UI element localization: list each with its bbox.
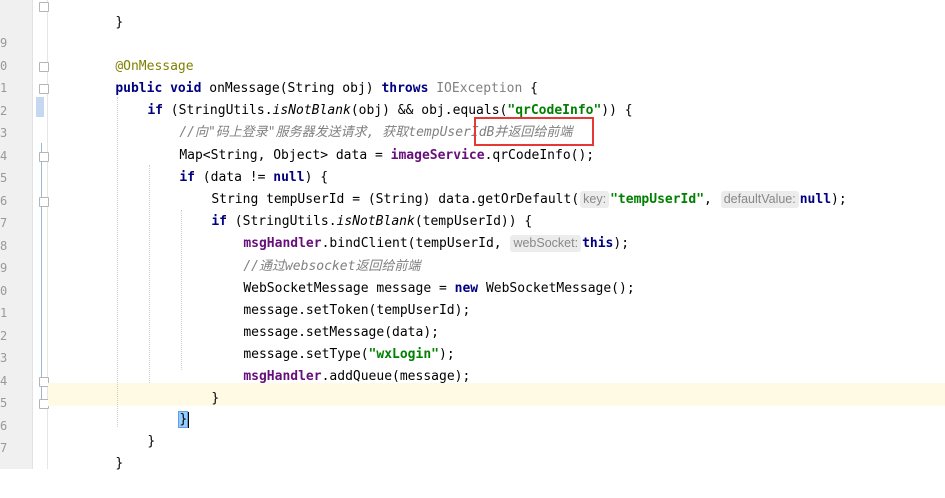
line-number: 1 bbox=[0, 306, 8, 320]
line-number: 8 bbox=[0, 239, 8, 253]
code-line: if (StringUtils.isNotBlank(tempUserId)) … bbox=[211, 214, 533, 229]
parameter-hint: webSocket: bbox=[510, 235, 582, 252]
code-line: if (data != null) { bbox=[179, 170, 329, 185]
code-line: String tempUserId = (String) data.getOrD… bbox=[211, 191, 847, 208]
line-number: 9 bbox=[0, 261, 8, 275]
line-number: 3 bbox=[0, 126, 8, 140]
line-number: 7 bbox=[0, 441, 8, 455]
code-line: message.setToken(tempUserId); bbox=[243, 303, 471, 318]
parameter-hint: key: bbox=[580, 191, 610, 208]
change-marker bbox=[41, 143, 42, 403]
line-number: 6 bbox=[0, 194, 8, 208]
highlight-annotation-box bbox=[474, 117, 594, 146]
code-line: public void onMessage(String obj) throws… bbox=[115, 81, 538, 96]
code-line: } bbox=[148, 385, 190, 428]
line-number: 0 bbox=[0, 59, 8, 73]
line-number: 6 bbox=[0, 419, 8, 433]
text-caret bbox=[187, 411, 190, 428]
line-number: 5 bbox=[0, 396, 8, 410]
line-number: 3 bbox=[0, 351, 8, 365]
code-line: msgHandler.addQueue(message); bbox=[243, 369, 471, 384]
code-line: WebSocketMessage message = new WebSocket… bbox=[243, 281, 635, 296]
line-number: 5 bbox=[0, 171, 8, 185]
line-number: 1 bbox=[0, 81, 8, 95]
highlighted-call: qrCodeInfo(); bbox=[492, 148, 595, 163]
code-line: @OnMessage bbox=[84, 32, 193, 74]
line-number: 2 bbox=[0, 104, 8, 118]
line-number: 4 bbox=[0, 149, 8, 163]
line-number: 4 bbox=[0, 374, 8, 388]
code-line: if (StringUtils.isNotBlank(obj) && obj.e… bbox=[147, 103, 633, 118]
line-number: 2 bbox=[0, 329, 8, 343]
code-line: } bbox=[211, 391, 220, 406]
code-line: message.setType("wxLogin"); bbox=[243, 347, 455, 362]
code-line: } bbox=[115, 456, 124, 471]
matched-brace: } bbox=[178, 411, 189, 428]
code-line: message.setMessage(data); bbox=[243, 325, 439, 340]
code-line: } bbox=[115, 15, 124, 30]
line-number: 7 bbox=[0, 216, 8, 230]
change-marker bbox=[36, 97, 44, 117]
code-line: } bbox=[147, 434, 156, 449]
code-line: msgHandler.bindClient(tempUserId, webSoc… bbox=[243, 235, 630, 252]
code-line: //通过websocket返回给前端 bbox=[212, 232, 420, 274]
line-number: 0 bbox=[0, 284, 8, 298]
parameter-hint: defaultValue: bbox=[720, 191, 799, 208]
code-editor[interactable]: } @OnMessage public void onMessage(Strin… bbox=[48, 0, 945, 471]
line-number: 9 bbox=[0, 36, 8, 50]
